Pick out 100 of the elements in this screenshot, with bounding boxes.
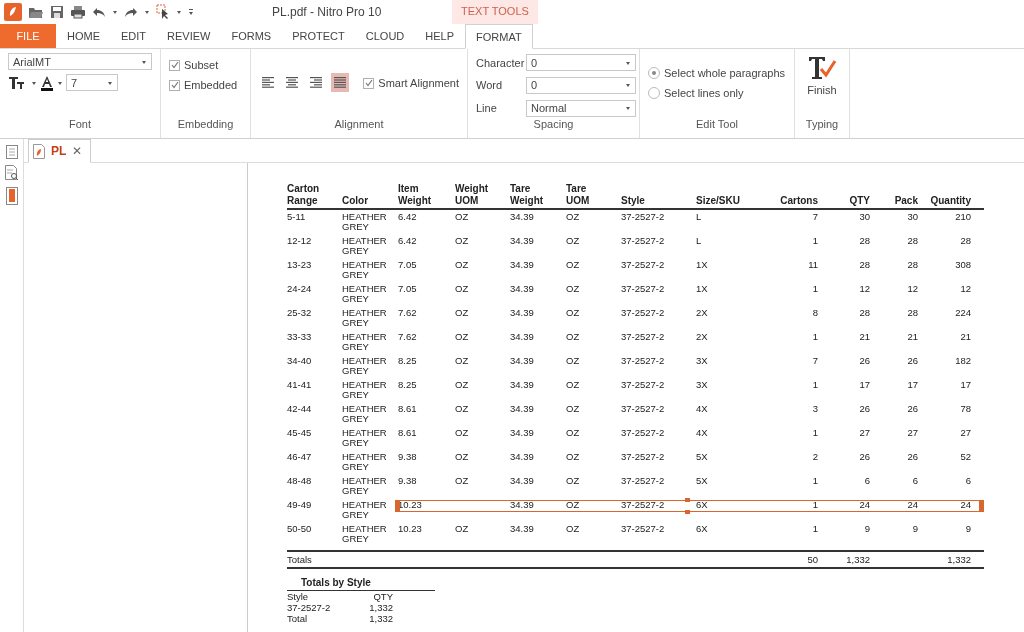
table-cell-text: OZ bbox=[566, 330, 581, 344]
column-header: Style bbox=[621, 195, 646, 207]
table-cell-text: 37-2527-2 bbox=[621, 306, 666, 320]
table-cell-text: 2X bbox=[696, 330, 709, 344]
table-cell-text: 9 bbox=[911, 522, 919, 536]
select-cursor-icon[interactable] bbox=[156, 4, 170, 20]
table-cell-text: HEATHER GREY bbox=[342, 258, 388, 282]
table-cell-text: OZ bbox=[455, 258, 470, 272]
table-cell-text: 8 bbox=[811, 306, 819, 320]
caret-icon[interactable] bbox=[112, 9, 118, 15]
customize-icon[interactable] bbox=[188, 8, 194, 16]
total-cell-text: 1,332 bbox=[845, 554, 871, 565]
table-cell-text: 9 bbox=[964, 522, 972, 536]
table-cell-text: 28 bbox=[858, 306, 871, 320]
table-cell-text: 8.61 bbox=[398, 402, 418, 416]
ribbon-tab[interactable]: FORMS bbox=[221, 24, 282, 48]
table-cell-text: 41-41 bbox=[287, 378, 313, 392]
caret-icon[interactable] bbox=[57, 79, 63, 86]
spacing-dropdown[interactable]: 0 bbox=[526, 77, 636, 94]
table-cell-text: 26 bbox=[858, 450, 871, 464]
table-cell-text: 26 bbox=[858, 402, 871, 416]
table-cell-text: 30 bbox=[858, 210, 871, 224]
table-cell-text: 34.39 bbox=[510, 402, 535, 416]
table-cell-text: 8.25 bbox=[398, 354, 418, 368]
table-cell-text: OZ bbox=[455, 210, 470, 224]
table-cell-text: 26 bbox=[906, 402, 919, 416]
page-icon[interactable] bbox=[5, 145, 18, 159]
ribbon-tab[interactable]: HELP bbox=[415, 24, 465, 48]
table-cell-text: 9 bbox=[863, 522, 871, 536]
table-cell-text: OZ bbox=[455, 354, 470, 368]
caret-icon bbox=[141, 58, 147, 65]
table-cell-text: 3 bbox=[811, 402, 819, 416]
table-cell-text: 34.39 bbox=[510, 234, 535, 248]
table-cell-text: 8.61 bbox=[398, 426, 418, 440]
table-cell-text: 1 bbox=[811, 282, 819, 296]
table-cell-text: 17 bbox=[858, 378, 871, 392]
save-icon[interactable] bbox=[50, 5, 64, 19]
table-cell-text: 34.39 bbox=[510, 330, 535, 344]
finish-button[interactable]: Finish bbox=[803, 53, 841, 118]
ribbon-tab[interactable]: REVIEW bbox=[157, 24, 221, 48]
caret-icon[interactable] bbox=[144, 9, 150, 15]
caret-icon bbox=[625, 82, 631, 89]
radio-label: Select lines only bbox=[664, 87, 744, 99]
font-name-dropdown[interactable]: ArialMT bbox=[8, 53, 152, 70]
page-search-icon[interactable] bbox=[4, 165, 19, 181]
table-cell-text: 12 bbox=[906, 282, 919, 296]
font-size-dropdown[interactable]: 7 bbox=[66, 74, 118, 91]
radio-button[interactable] bbox=[648, 67, 660, 79]
spacing-dropdown[interactable]: Normal bbox=[526, 99, 636, 117]
table-cell-text: 37-2527-2 bbox=[621, 234, 666, 248]
align-left-icon bbox=[262, 77, 275, 88]
table-cell-text: 4X bbox=[696, 426, 709, 440]
selection-frame[interactable] bbox=[397, 500, 982, 512]
table-cell-text: 28 bbox=[906, 306, 919, 320]
table-cell-text: 50-50 bbox=[287, 522, 313, 536]
ribbon-tab[interactable]: EDIT bbox=[111, 24, 157, 48]
table-cell-text: 7.05 bbox=[398, 258, 418, 272]
checkbox-label: Smart Alignment bbox=[378, 77, 459, 89]
ribbon-tab[interactable]: CLOUD bbox=[355, 24, 415, 48]
table-cell-text: 26 bbox=[858, 354, 871, 368]
table-cell-text: 37-2527-2 bbox=[621, 474, 666, 488]
ribbon-tab[interactable]: FORMAT bbox=[465, 24, 533, 49]
totals-label: Totals bbox=[287, 554, 313, 565]
table-cell-text: 6.42 bbox=[398, 210, 418, 224]
table-cell-text: OZ bbox=[566, 234, 581, 248]
checkbox[interactable] bbox=[169, 59, 180, 71]
table-cell-text: HEATHER GREY bbox=[342, 402, 388, 426]
table-cell-text: HEATHER GREY bbox=[342, 210, 388, 234]
ribbon-tab[interactable]: PROTECT bbox=[282, 24, 355, 48]
checkbox[interactable] bbox=[363, 77, 375, 89]
check-icon bbox=[364, 79, 373, 87]
table-cell-text: OZ bbox=[455, 450, 470, 464]
open-folder-icon[interactable] bbox=[28, 5, 44, 19]
caret-icon bbox=[107, 79, 113, 86]
alignment-button[interactable] bbox=[331, 73, 350, 92]
table-cell-text: 37-2527-2 bbox=[621, 498, 666, 512]
table-cell-text: 34.39 bbox=[510, 450, 535, 464]
table-cell-text: 6.42 bbox=[398, 234, 418, 248]
column-header: QTY bbox=[848, 195, 871, 207]
close-tab-button[interactable]: ✕ bbox=[72, 144, 83, 158]
table-cell-text: 34.39 bbox=[510, 306, 535, 320]
font-color-icon[interactable] bbox=[40, 74, 54, 91]
radio-button[interactable] bbox=[648, 87, 660, 99]
table-cell-text: 27 bbox=[959, 426, 972, 440]
table-cell-text: HEATHER GREY bbox=[342, 522, 388, 546]
document-tab[interactable]: PL ✕ bbox=[28, 139, 92, 163]
caret-icon[interactable] bbox=[31, 79, 37, 86]
ribbon-tab[interactable]: HOME bbox=[57, 24, 110, 48]
column-header: QTY bbox=[372, 591, 393, 602]
print-icon[interactable] bbox=[70, 5, 86, 19]
redo-icon[interactable] bbox=[124, 6, 138, 18]
checkbox[interactable] bbox=[169, 79, 180, 91]
undo-icon[interactable] bbox=[92, 6, 106, 18]
spacing-dropdown[interactable]: 0 bbox=[526, 54, 636, 72]
table-cell-text: 6 bbox=[863, 474, 871, 488]
caret-icon[interactable] bbox=[176, 9, 182, 15]
table-cell-text: 37-2527-2 bbox=[621, 354, 666, 368]
table-cell-text: 7.05 bbox=[398, 282, 418, 296]
bookmark-icon[interactable] bbox=[5, 187, 18, 205]
table-cell-text: 8.25 bbox=[398, 378, 418, 392]
